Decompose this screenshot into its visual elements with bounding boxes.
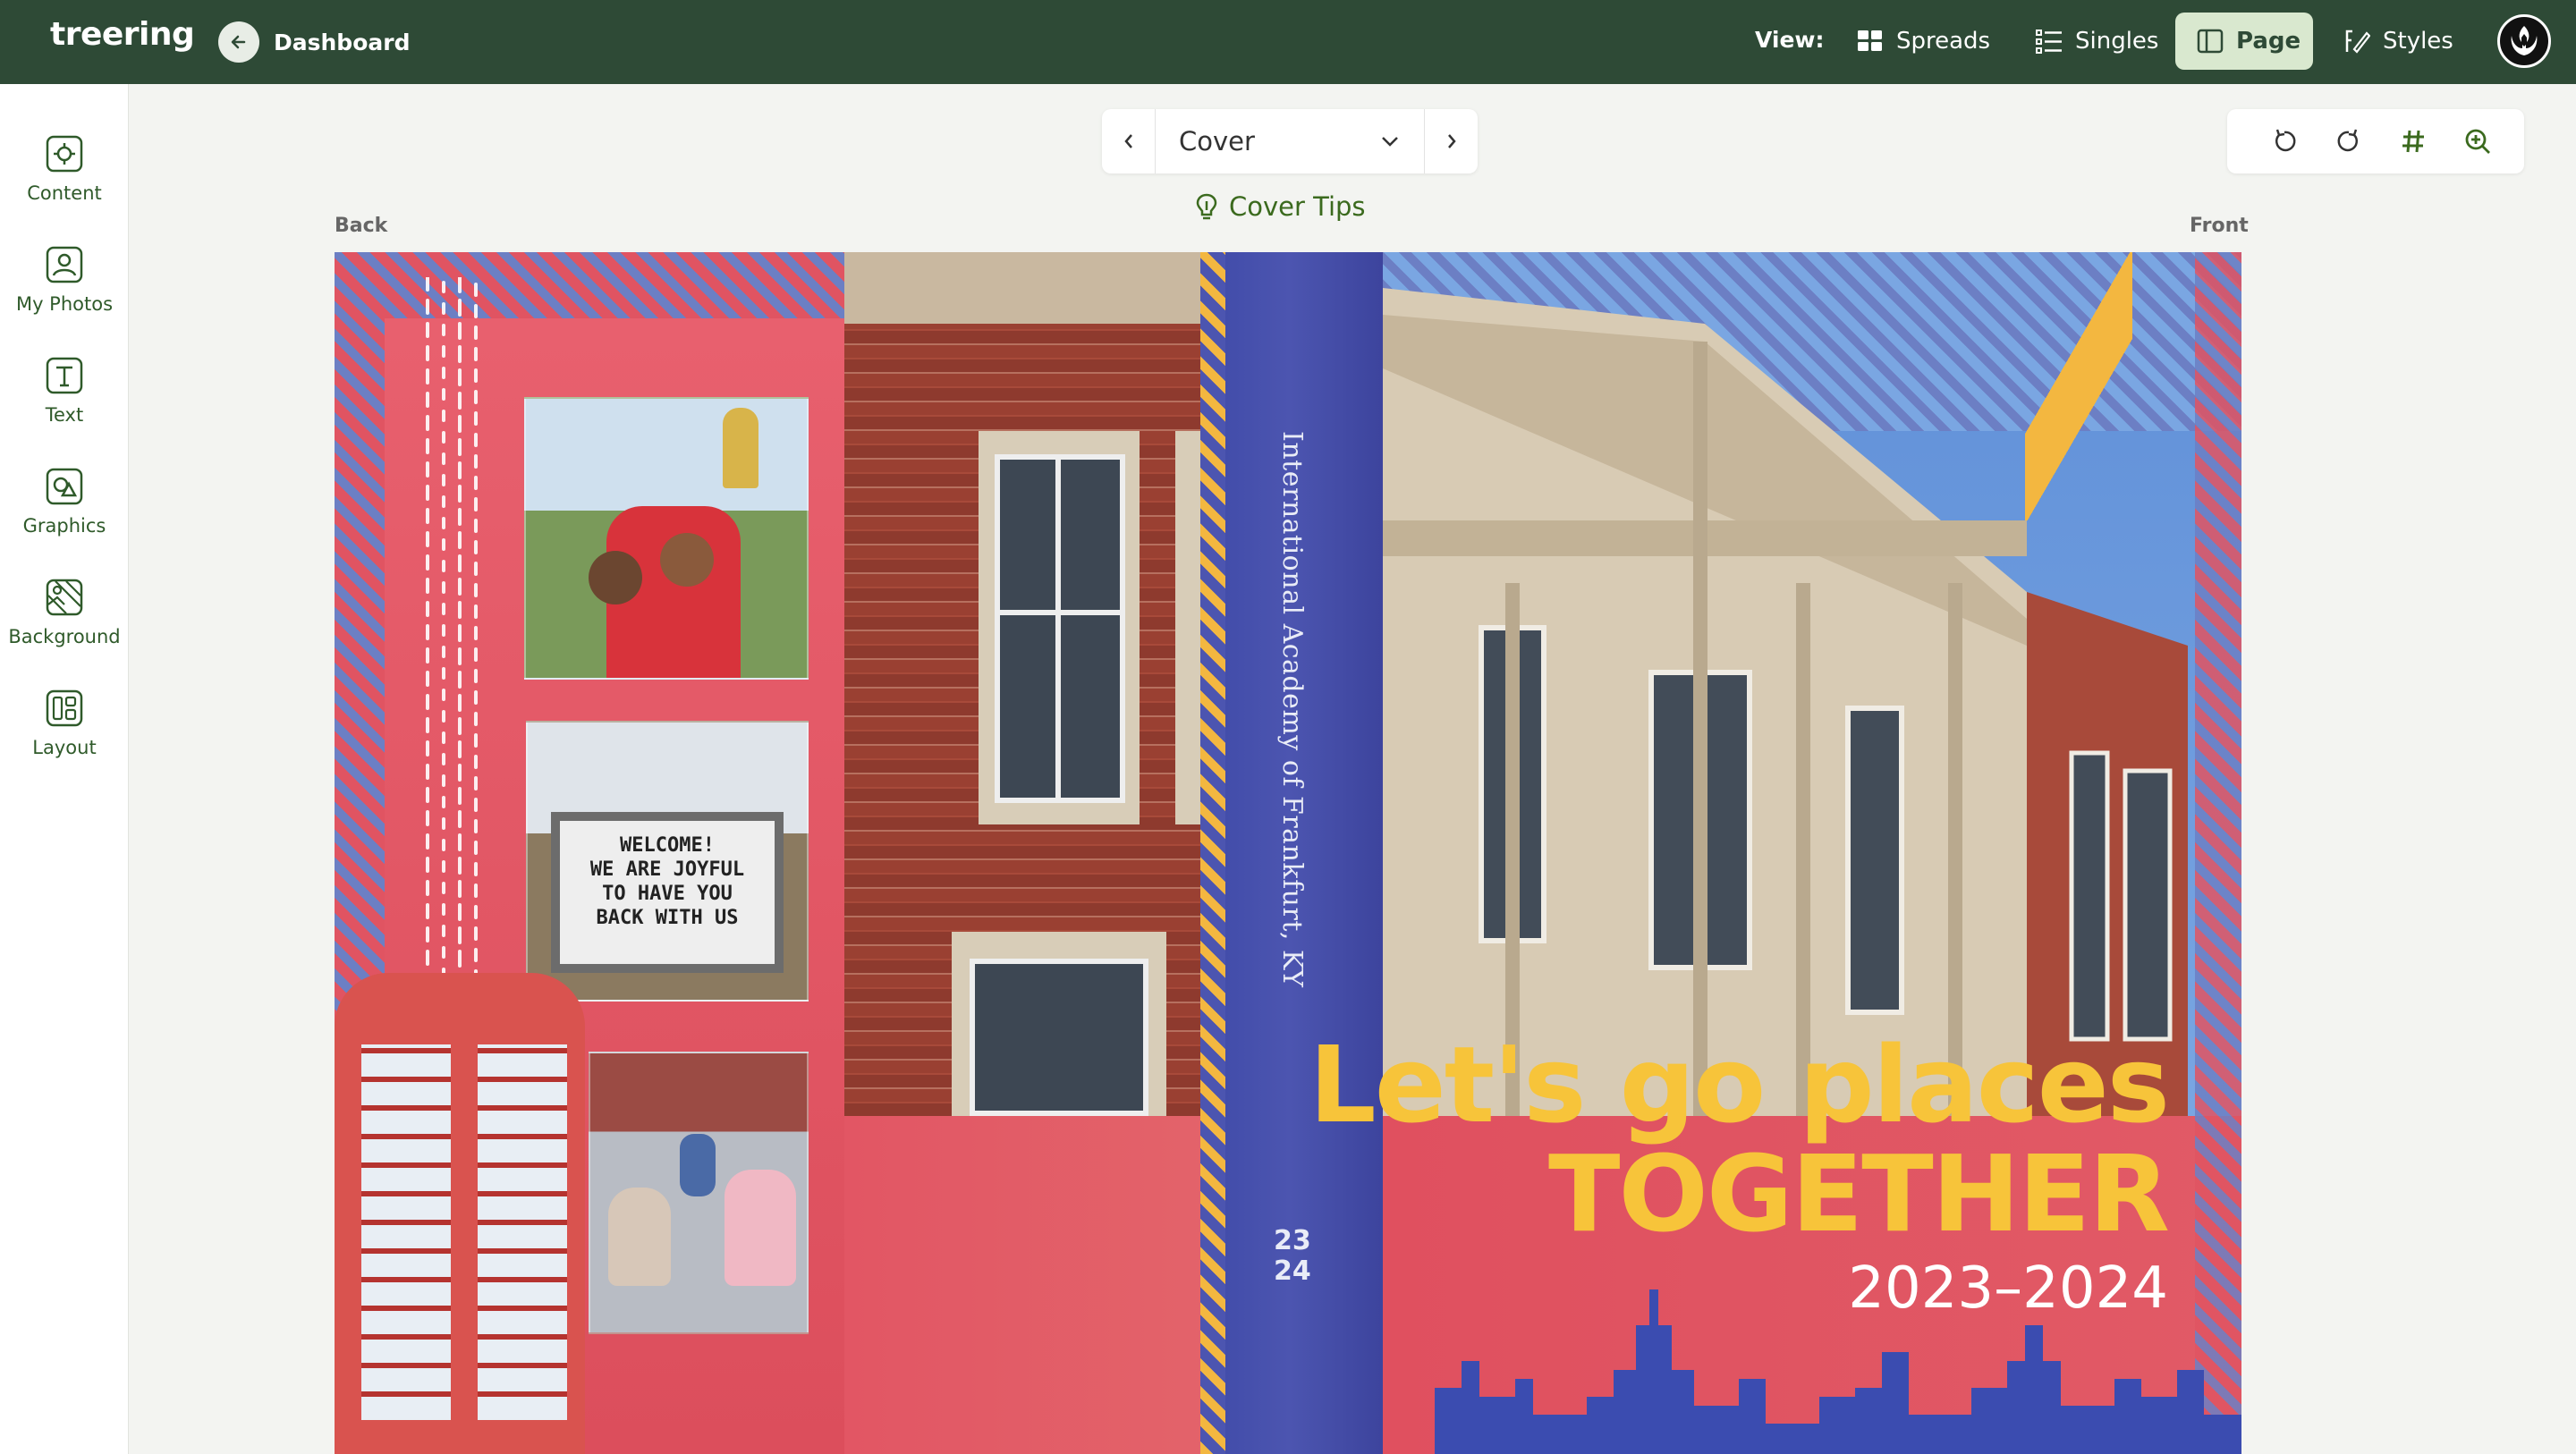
page-icon (2197, 29, 2224, 54)
cover-tips-label: Cover Tips (1229, 191, 1366, 222)
spine-year-top: 23 (1274, 1225, 1311, 1256)
photo-kids-running[interactable] (589, 1052, 809, 1334)
undo-button[interactable] (2252, 114, 2317, 168)
app-logo[interactable]: treering (50, 16, 195, 53)
back-label: Back (335, 215, 388, 237)
sidebar-item-label: Content (27, 182, 102, 204)
sidebar-item-background[interactable]: Background (0, 578, 129, 676)
sidebar-item-graphics[interactable]: Graphics (0, 467, 129, 565)
school-building-image (1383, 288, 2188, 1120)
next-page-button[interactable] (1424, 109, 1478, 173)
cover-canvas[interactable]: WELCOME! WE ARE JOYFUL TO HAVE YOU BACK … (335, 252, 2241, 1454)
top-bar: treering Dashboard View: Spreads Singles… (0, 0, 2576, 84)
toolbar (2227, 109, 2524, 173)
zoom-in-button[interactable] (2445, 114, 2510, 168)
sign-line-4: BACK WITH US (596, 907, 739, 929)
sidebar-item-label: Layout (32, 737, 97, 758)
sidebar-item-label: Background (8, 626, 121, 647)
chevron-left-icon (1123, 134, 1132, 148)
sidebar-item-label: Graphics (22, 515, 106, 537)
dashboard-label: Dashboard (274, 29, 411, 55)
user-avatar[interactable] (2497, 14, 2551, 68)
view-page-label: Page (2236, 28, 2301, 55)
sign-line-3: TO HAVE YOU (602, 883, 733, 905)
view-page-button[interactable]: Page (2175, 13, 2313, 70)
sidebar-item-label: Text (45, 404, 84, 426)
view-styles-label: Styles (2383, 28, 2453, 55)
phone-booth-graphic (335, 937, 594, 1454)
left-sidebar: Content My Photos Text Graphics Backgrou… (0, 84, 129, 1454)
sign-line-2: WE ARE JOYFUL (589, 858, 745, 881)
page-select-value: Cover (1179, 126, 1255, 156)
spine-year-bottom: 24 (1274, 1255, 1311, 1287)
zoom-in-icon (2465, 129, 2490, 154)
photos-icon (46, 246, 83, 283)
headline-line2: TOGETHER (1548, 1132, 2170, 1255)
sign-line-1: WELCOME! (620, 834, 715, 857)
city-skyline-graphic (1435, 1289, 2241, 1454)
list-icon (2036, 29, 2063, 54)
sidebar-item-label: My Photos (15, 293, 114, 315)
view-styles-button[interactable]: Styles (2322, 13, 2475, 70)
front-label: Front (2190, 215, 2249, 237)
view-singles-button[interactable]: Singles (2014, 13, 2180, 70)
coral-band-back (844, 1116, 1209, 1454)
chevron-down-icon (1382, 137, 1398, 147)
sidebar-item-content[interactable]: Content (0, 134, 129, 232)
background-icon (46, 579, 83, 616)
sidebar-item-text[interactable]: Text (0, 356, 129, 454)
graphics-icon (46, 468, 83, 505)
text-icon (46, 357, 83, 394)
lightbulb-icon (1196, 193, 1217, 220)
view-spreads-label: Spreads (1896, 28, 1991, 55)
layout-icon (46, 689, 83, 727)
brush-icon (2343, 28, 2370, 55)
view-singles-label: Singles (2075, 28, 2159, 55)
grid-hash-icon (2402, 130, 2424, 153)
view-label: View: (1755, 27, 1825, 53)
sidebar-item-layout[interactable]: Layout (0, 689, 129, 787)
content-icon (46, 135, 83, 173)
headline-line1: Let's go places (1309, 1023, 2170, 1146)
spine-title: International Academy of Frankfurt, KY (1276, 431, 1308, 988)
grid-icon (1857, 30, 1884, 53)
page-select[interactable]: Cover (1156, 109, 1424, 173)
spine-stripe (1200, 252, 1225, 1454)
previous-page-button[interactable] (1102, 109, 1156, 173)
view-spreads-button[interactable]: Spreads (1835, 13, 2012, 70)
undo-icon (2275, 129, 2296, 152)
redo-button[interactable] (2317, 114, 2381, 168)
sidebar-item-my-photos[interactable]: My Photos (0, 245, 129, 343)
chevron-right-icon (1447, 134, 1456, 148)
redo-icon (2337, 129, 2359, 152)
page-navigator: Cover (1102, 109, 1478, 173)
dashboard-button[interactable]: Dashboard (218, 21, 410, 63)
dash-pattern-graphic (426, 277, 478, 975)
photo-soccer-kids[interactable] (524, 397, 809, 680)
rebel-alliance-icon (2511, 26, 2538, 55)
brick-building-image (844, 252, 1229, 1116)
back-arrow-icon (218, 21, 259, 63)
grid-toggle-button[interactable] (2381, 114, 2445, 168)
cover-tips-link[interactable]: Cover Tips (1195, 191, 1366, 222)
